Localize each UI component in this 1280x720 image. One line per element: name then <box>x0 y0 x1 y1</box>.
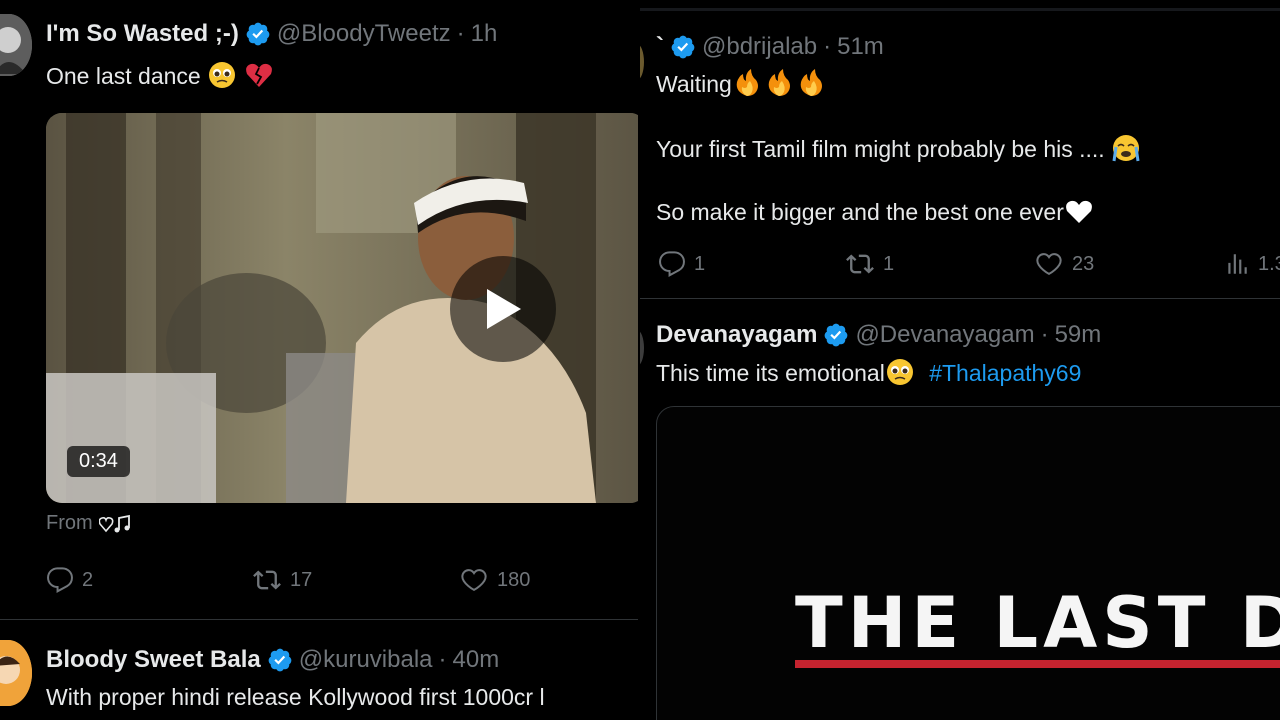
video-attribution: From <box>46 512 131 535</box>
timestamp[interactable]: 1h <box>471 20 498 48</box>
reply-button[interactable]: 2 <box>46 566 93 594</box>
top-divider <box>640 8 1280 11</box>
tweet-line-1: Waiting <box>656 71 732 98</box>
repost-button[interactable]: 1 <box>845 250 894 278</box>
like-button[interactable]: 180 <box>459 566 530 594</box>
display-name[interactable]: I'm So Wasted ;-) <box>46 20 239 48</box>
tweet-text-body: With proper hindi release Kollywood firs… <box>46 684 545 710</box>
separator-dot: · <box>823 33 832 60</box>
tweet-divider <box>0 619 640 620</box>
separator-dot: · <box>456 20 465 47</box>
tweet-actions: 2 17 180 <box>0 560 640 600</box>
avatar[interactable] <box>640 44 644 80</box>
tweet-line: This time its emotional #Thalapathy69 <box>656 357 1081 393</box>
video-player[interactable]: 0:34 <box>46 113 640 503</box>
user-handle[interactable]: @BloodyTweetz <box>277 20 451 48</box>
views-count: 1.3 <box>1258 252 1280 275</box>
tweet-actions: 1 1 23 1.3 <box>640 244 1280 284</box>
tweet-line-3: So make it bigger and the best one ever <box>656 199 1064 226</box>
verified-badge-icon <box>267 647 293 673</box>
display-name[interactable]: Devanayagam <box>656 321 817 349</box>
from-label: From <box>46 512 93 534</box>
tweet-text-body: This time its emotional <box>656 360 885 387</box>
tweet-line: Your first Tamil film might probably be … <box>656 133 1141 169</box>
like-icon <box>1036 253 1062 276</box>
timestamp[interactable]: 51m <box>837 33 884 61</box>
tweet-header: ` @bdrijalab · 51m <box>656 33 884 61</box>
like-icon <box>461 569 487 592</box>
crying-face-emoji-icon <box>1111 133 1141 169</box>
reply-icon <box>659 251 685 277</box>
views-button[interactable]: 1.3 <box>1224 251 1280 277</box>
tweet-line: Waiting <box>656 68 828 104</box>
verified-badge-icon <box>670 34 696 60</box>
heart-music-icon <box>98 514 130 532</box>
timestamp[interactable]: 40m <box>453 646 500 674</box>
tweet-header: Bloody Sweet Bala @kuruvibala · 40m <box>46 646 499 674</box>
pleading-face-emoji-icon <box>885 357 915 393</box>
like-count: 23 <box>1072 252 1095 275</box>
tweet-text: One last dance <box>46 60 274 96</box>
card-title: THE LAST DANC <box>795 582 1280 664</box>
reply-button[interactable]: 1 <box>658 250 705 278</box>
reply-count: 2 <box>82 568 94 591</box>
like-button[interactable]: 23 <box>1034 250 1094 278</box>
fire-emoji-icon <box>732 68 828 104</box>
avatar[interactable] <box>0 640 32 706</box>
user-handle[interactable]: @Devanayagam <box>855 321 1034 349</box>
reply-count: 1 <box>694 252 706 275</box>
right-timeline: ` @bdrijalab · 51m Waiting Your first Ta… <box>640 0 1280 720</box>
repost-count: 1 <box>883 252 895 275</box>
user-handle[interactable]: @bdrijalab <box>702 33 817 61</box>
video-duration: 0:34 <box>67 446 130 477</box>
pleading-face-emoji-icon <box>207 60 237 96</box>
hashtag-link[interactable]: #Thalapathy69 <box>929 360 1081 386</box>
card-underline <box>795 660 1280 668</box>
tweet-divider <box>640 298 1280 299</box>
separator-dot: · <box>438 646 447 673</box>
left-timeline: I'm So Wasted ;-) @BloodyTweetz · 1h One… <box>0 0 640 720</box>
white-heart-emoji-icon <box>1064 197 1094 231</box>
verified-badge-icon <box>245 21 271 47</box>
tweet-header: I'm So Wasted ;-) @BloodyTweetz · 1h <box>46 20 497 48</box>
reply-icon <box>47 567 73 593</box>
media-card[interactable]: THE LAST DANC <box>656 406 1280 720</box>
like-count: 180 <box>497 568 531 591</box>
tweet-header: Devanayagam @Devanayagam · 59m <box>656 321 1101 349</box>
repost-count: 17 <box>290 568 313 591</box>
display-name[interactable]: ` <box>656 33 664 61</box>
play-icon <box>487 289 521 329</box>
display-name[interactable]: Bloody Sweet Bala <box>46 646 261 674</box>
verified-badge-icon <box>823 322 849 348</box>
broken-heart-emoji-icon <box>244 60 274 96</box>
views-icon <box>1228 254 1247 274</box>
tweet-text-body: One last dance <box>46 63 201 90</box>
repost-button[interactable]: 17 <box>252 566 312 594</box>
user-handle[interactable]: @kuruvibala <box>299 646 433 674</box>
repost-icon <box>846 254 874 274</box>
timestamp[interactable]: 59m <box>1055 321 1102 349</box>
avatar[interactable] <box>640 330 644 366</box>
tweet-line-2: Your first Tamil film might probably be … <box>656 136 1105 163</box>
avatar[interactable] <box>0 14 32 76</box>
tweet-line: So make it bigger and the best one ever <box>656 197 1094 231</box>
repost-icon <box>253 570 281 590</box>
play-button[interactable] <box>450 256 556 362</box>
separator-dot: · <box>1040 321 1049 348</box>
